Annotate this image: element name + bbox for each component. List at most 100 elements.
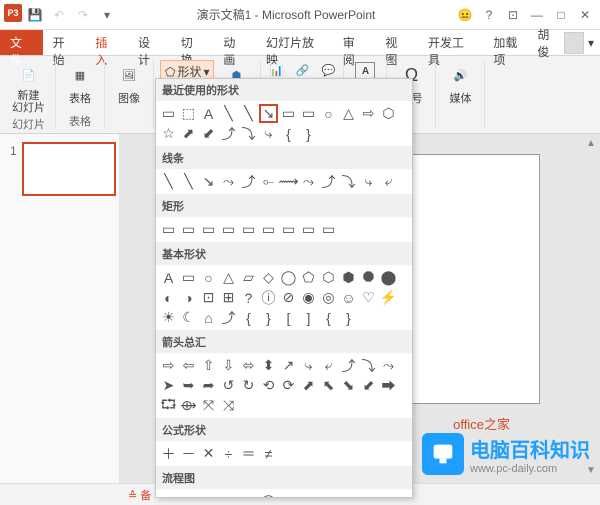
shape-item[interactable]: } xyxy=(339,308,358,327)
shape-item[interactable]: ⤴ xyxy=(219,124,238,143)
shape-item[interactable]: △ xyxy=(219,268,238,287)
apps-button[interactable]: 🔗 xyxy=(290,60,314,80)
notes-indicator[interactable]: ≙ 备 xyxy=(128,487,151,503)
close-icon[interactable]: ✕ xyxy=(574,4,596,26)
help-icon[interactable]: ? xyxy=(478,4,500,26)
shape-item[interactable]: ⬊ xyxy=(339,376,358,395)
maximize-icon[interactable]: □ xyxy=(550,4,572,26)
shape-item[interactable]: ⬡ xyxy=(379,104,398,123)
shape-item[interactable]: ⤨ xyxy=(219,396,238,415)
shape-item[interactable]: ▭ xyxy=(279,104,298,123)
shape-item[interactable]: } xyxy=(259,308,278,327)
slide-thumb-1[interactable]: 1 xyxy=(22,142,116,196)
shape-item[interactable]: ⬠ xyxy=(299,268,318,287)
tab-home[interactable]: 开始 xyxy=(43,30,86,55)
shape-item[interactable]: ⟳ xyxy=(279,376,298,395)
shape-item[interactable]: ☾ xyxy=(179,308,198,327)
media-button[interactable]: 🔊 媒体 xyxy=(442,60,478,108)
shape-item[interactable]: ╲ xyxy=(179,172,198,191)
shape-item[interactable]: ⓘ xyxy=(259,288,278,307)
shape-item[interactable]: ⤶ xyxy=(379,172,398,191)
help-icon[interactable]: 😐 xyxy=(454,4,476,26)
shape-item[interactable]: ⇩ xyxy=(219,356,238,375)
shape-item[interactable]: ▭ xyxy=(239,492,258,498)
shape-item[interactable]: ⟲ xyxy=(259,376,278,395)
shape-item[interactable]: ▭ xyxy=(199,220,218,239)
shape-item[interactable]: ╲ xyxy=(159,172,178,191)
shape-item[interactable]: ⬍ xyxy=(259,356,278,375)
shape-item[interactable]: △ xyxy=(339,104,358,123)
shape-item[interactable]: ▭ xyxy=(179,220,198,239)
shape-item[interactable]: ⤵ xyxy=(359,356,378,375)
shape-item[interactable]: ⤷ xyxy=(299,356,318,375)
shape-item[interactable]: ➦ xyxy=(199,376,218,395)
shape-item[interactable]: ⬚ xyxy=(179,104,198,123)
shape-item[interactable]: ⤴ xyxy=(239,172,258,191)
shape-item[interactable]: ╲ xyxy=(219,104,238,123)
shape-item[interactable]: ⤳ xyxy=(379,356,398,375)
shape-item[interactable]: ⌂ xyxy=(199,308,218,327)
minimize-icon[interactable]: — xyxy=(526,4,548,26)
tab-design[interactable]: 设计 xyxy=(128,30,171,55)
shape-item[interactable]: ⤵ xyxy=(339,172,358,191)
shape-item[interactable]: ☺ xyxy=(339,288,358,307)
shape-item[interactable]: ⤷ xyxy=(359,172,378,191)
shape-item[interactable]: ⬋ xyxy=(199,124,218,143)
shape-item[interactable]: ▭ xyxy=(239,220,258,239)
shape-item[interactable]: } xyxy=(299,124,318,143)
shape-item[interactable]: ▭ xyxy=(299,220,318,239)
shape-item[interactable]: ? xyxy=(239,288,258,307)
shape-item[interactable]: ⊘ xyxy=(279,288,298,307)
user-account[interactable]: 胡俊 ▾ xyxy=(537,30,600,55)
shape-item[interactable]: ▭ xyxy=(339,492,358,498)
shape-item[interactable]: ▱ xyxy=(239,268,258,287)
shape-item[interactable]: － xyxy=(179,444,198,463)
shape-item[interactable]: ⤵ xyxy=(239,124,258,143)
shape-item[interactable]: ▭ xyxy=(159,104,178,123)
qat-save-icon[interactable]: 💾 xyxy=(24,4,46,26)
tab-insert[interactable]: 插入 xyxy=(85,30,128,55)
chart-button[interactable]: 📊 xyxy=(264,60,288,80)
shape-item[interactable]: ◉ xyxy=(299,288,318,307)
shape-item[interactable]: ◊ xyxy=(299,492,318,498)
shape-item[interactable]: ＋ xyxy=(159,444,178,463)
shape-item[interactable]: { xyxy=(319,308,338,327)
shape-item[interactable]: ☆ xyxy=(159,124,178,143)
shape-item[interactable]: ⊡ xyxy=(199,288,218,307)
shape-item[interactable]: ➥ xyxy=(179,376,198,395)
shape-item[interactable]: ⇨ xyxy=(159,356,178,375)
shape-item[interactable]: ↘ xyxy=(259,104,278,123)
shape-item[interactable]: ⬡ xyxy=(319,268,338,287)
shape-item[interactable]: ○ xyxy=(319,104,338,123)
shape-item[interactable]: ⤧ xyxy=(199,396,218,415)
shape-item[interactable]: ＝ xyxy=(239,444,258,463)
qat-undo-icon[interactable]: ↶ xyxy=(48,4,70,26)
shape-item[interactable]: ⮕ xyxy=(379,376,398,395)
shape-item[interactable]: ⬢ xyxy=(339,268,358,287)
shape-item[interactable]: ▭ xyxy=(179,492,198,498)
shape-item[interactable]: ◇ xyxy=(259,268,278,287)
shape-item[interactable]: ◑ xyxy=(179,288,198,307)
shape-item[interactable]: ➤ xyxy=(159,376,178,395)
tab-transitions[interactable]: 切换 xyxy=(171,30,214,55)
new-slide-button[interactable]: 📄 新建 幻灯片 xyxy=(8,60,49,116)
table-button[interactable]: ▦ 表格 xyxy=(62,60,98,108)
shape-item[interactable]: ▭ xyxy=(159,220,178,239)
qat-redo-icon[interactable]: ↷ xyxy=(72,4,94,26)
ribbon-options-icon[interactable]: ⊡ xyxy=(502,4,524,26)
shape-item[interactable]: ▭ xyxy=(299,104,318,123)
shape-item[interactable]: [ xyxy=(279,308,298,327)
shape-item[interactable]: ] xyxy=(299,308,318,327)
shape-item[interactable]: ≠ xyxy=(259,444,278,463)
shape-item[interactable]: ⯃ xyxy=(359,268,378,287)
shape-item[interactable]: ↺ xyxy=(219,376,238,395)
tab-review[interactable]: 审阅 xyxy=(333,30,376,55)
shape-item[interactable]: A xyxy=(199,104,218,123)
shape-item[interactable]: ○ xyxy=(359,492,378,498)
shape-item[interactable]: A xyxy=(159,268,178,287)
shape-item[interactable]: ⬄ xyxy=(239,356,258,375)
shape-item[interactable]: ▱ xyxy=(219,492,238,498)
shape-item[interactable]: ◯ xyxy=(279,268,298,287)
shape-item[interactable]: ▭ xyxy=(179,268,198,287)
tab-view[interactable]: 视图 xyxy=(375,30,418,55)
